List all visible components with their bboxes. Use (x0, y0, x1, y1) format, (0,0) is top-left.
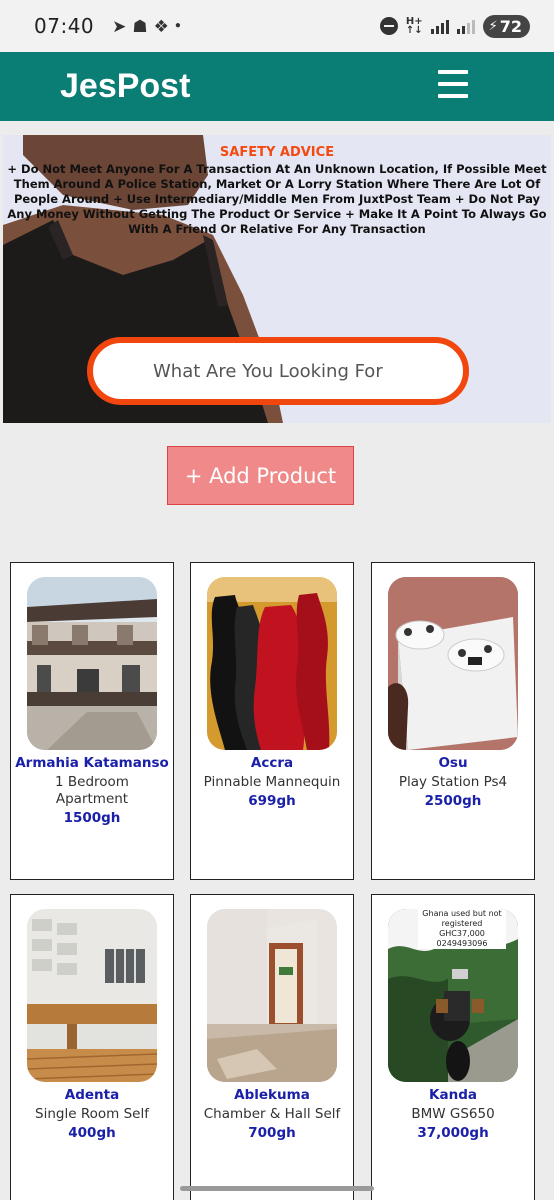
product-location: Osu (438, 755, 468, 771)
product-price: 37,000gh (417, 1125, 489, 1141)
charging-icon: ⚡ (488, 18, 498, 34)
signal-strength-icon (430, 18, 449, 34)
product-location: Armahia Katamanso (15, 755, 169, 771)
product-title: Pinnable Mannequin (203, 774, 341, 790)
product-price: 1500gh (63, 810, 121, 826)
network-type-icon: H+ ↑↓ (405, 16, 423, 36)
hero-banner: SAFETY ADVICE + Do Not Meet Anyone For A… (3, 135, 551, 423)
brand-logo[interactable]: JesPost (60, 67, 190, 106)
product-title: 1 Bedroom Apartment (55, 774, 129, 807)
status-time: 07:40 (34, 14, 95, 38)
chat-icon: ❖ (153, 16, 169, 36)
product-price: 2500gh (424, 793, 482, 809)
product-price: 700gh (248, 1125, 296, 1141)
signal-strength-2-icon (456, 18, 475, 34)
product-card[interactable]: Armahia Katamanso 1 Bedroom Apartment 15… (10, 562, 174, 880)
home-indicator[interactable] (180, 1186, 374, 1191)
product-card[interactable]: Accra Pinnable Mannequin 699gh (190, 562, 354, 880)
product-image[interactable] (207, 909, 337, 1082)
product-card[interactable]: Osu Play Station Ps4 2500gh (371, 562, 535, 880)
do-not-disturb-icon (379, 17, 398, 35)
safety-advice-text: + Do Not Meet Anyone For A Transaction A… (7, 162, 547, 236)
more-notifications-icon: ● (174, 20, 181, 31)
safety-advice-title: SAFETY ADVICE (219, 145, 335, 160)
product-location: Ablekuma (234, 1087, 310, 1103)
status-bar: 07:40 ➤ ☗ ❖ ● H+ ↑↓ ⚡ 72 (0, 0, 554, 52)
product-image-caption: Ghana used but not registered GHC37,000 … (418, 909, 506, 949)
product-image[interactable]: Ghana used but not registered GHC37,000 … (388, 909, 518, 1082)
battery-indicator: ⚡ 72 (482, 14, 530, 38)
add-product-button[interactable]: + Add Product (167, 446, 354, 505)
product-image[interactable] (388, 577, 518, 750)
product-image[interactable] (27, 577, 157, 750)
product-title: Chamber & Hall Self (203, 1106, 341, 1122)
product-location: Adenta (64, 1087, 120, 1103)
product-image[interactable] (27, 909, 157, 1082)
app-header: JesPost (0, 52, 554, 121)
hamburger-menu-icon[interactable] (438, 70, 468, 98)
product-title: BMW GS650 (411, 1106, 495, 1122)
telegram-icon: ➤ (112, 16, 127, 36)
product-card[interactable]: Ghana used but not registered GHC37,000 … (371, 894, 535, 1200)
product-title: Play Station Ps4 (398, 774, 508, 790)
product-title: Single Room Self (35, 1106, 149, 1122)
search-box[interactable] (87, 337, 469, 405)
product-price: 400gh (68, 1125, 116, 1141)
snapchat-icon: ☗ (132, 16, 148, 36)
battery-level: 72 (499, 16, 522, 36)
product-card[interactable]: Adenta Single Room Self 400gh (10, 894, 174, 1200)
product-image[interactable] (207, 577, 337, 750)
product-location: Accra (250, 755, 294, 771)
product-location: Kanda (429, 1087, 477, 1103)
product-card[interactable]: Ablekuma Chamber & Hall Self 700gh (190, 894, 354, 1200)
product-price: 699gh (248, 793, 296, 809)
search-input[interactable] (93, 343, 463, 399)
